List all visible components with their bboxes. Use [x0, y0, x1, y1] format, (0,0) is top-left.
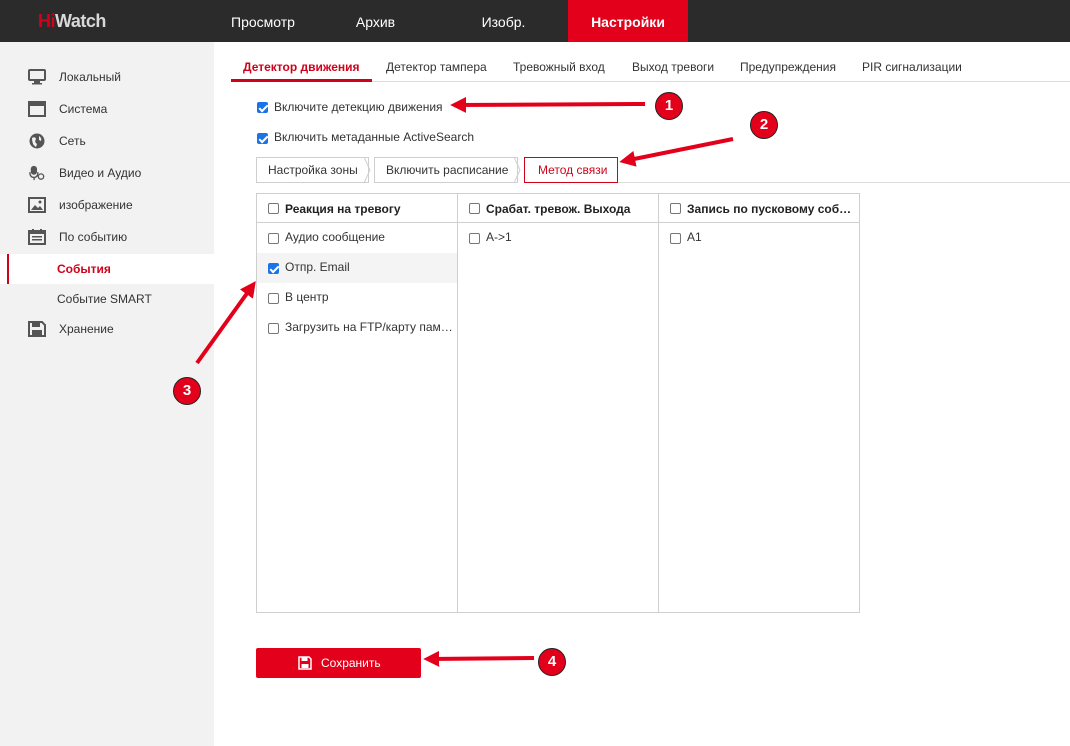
top-bar: HiWatch Просмотр Архив Изобр. Настройки: [0, 0, 1070, 42]
sidebar-item-label: По событию: [59, 230, 128, 244]
audio-warning-checkbox[interactable]: [268, 233, 279, 244]
select-all-alarm-output-checkbox[interactable]: [469, 203, 480, 214]
linkage-table: Реакция на тревогу Аудио сообщение Отпр.…: [256, 193, 860, 613]
enable-motion-checkbox[interactable]: [257, 102, 268, 113]
list-item-label: Загрузить на FTP/карту памяти: [285, 320, 455, 334]
column-normal-linkage: Реакция на тревогу Аудио сообщение Отпр.…: [257, 194, 458, 612]
tab-alarm-input[interactable]: Тревожный вход: [513, 60, 605, 74]
sidebar-item-label: Система: [59, 102, 108, 116]
globe-icon: [29, 133, 45, 149]
arrow-1: [450, 96, 646, 113]
active-indicator: [7, 254, 9, 284]
sidebar-item-video-audio[interactable]: Видео и Аудио: [0, 158, 214, 188]
subtabs-divider: [618, 182, 1070, 183]
column-alarm-output: Срабат. тревож. Выхода A->1: [458, 194, 659, 612]
column-header: Срабат. тревож. Выхода: [458, 194, 658, 223]
sidebar-item-label: Локальный: [59, 70, 121, 84]
sidebar-subitem-smart-event[interactable]: Событие SMART: [0, 284, 214, 314]
image-icon: [28, 197, 46, 213]
top-nav: Просмотр Архив Изобр. Настройки: [214, 0, 688, 42]
sidebar-item-network[interactable]: Сеть: [0, 126, 214, 156]
list-item[interactable]: A->1: [458, 223, 658, 253]
enable-motion-label: Включите детекцию движения: [274, 100, 443, 114]
list-item[interactable]: Загрузить на FTP/карту памяти: [257, 313, 457, 343]
topnav-live-view[interactable]: Просмотр: [214, 0, 312, 42]
column-header: Запись по пусковому событию: [659, 194, 859, 223]
select-all-normal-linkage-checkbox[interactable]: [268, 203, 279, 214]
event-tabs: Детектор движения Детектор тампера Трево…: [231, 56, 1070, 82]
sidebar-item-label: Хранение: [59, 322, 114, 336]
sidebar-subitem-label: События: [57, 262, 111, 276]
breadcrumb-chevrons: [364, 157, 521, 183]
active-tab-underline: [231, 79, 372, 82]
sidebar-item-storage[interactable]: Хранение: [0, 314, 214, 344]
hiwatch-logo: HiWatch: [38, 11, 106, 31]
monitor-icon: [28, 69, 46, 85]
list-item[interactable]: A1: [659, 223, 859, 253]
topnav-playback[interactable]: Архив: [312, 0, 439, 42]
subtab-area-settings[interactable]: Настройка зоны: [256, 157, 369, 183]
microphone-icon: [29, 165, 45, 181]
column-header-label: Срабат. тревож. Выхода: [486, 202, 631, 216]
tab-tamper-detection[interactable]: Детектор тампера: [386, 60, 487, 74]
list-item-label: Аудио сообщение: [285, 230, 385, 244]
column-header-label: Реакция на тревогу: [285, 202, 401, 216]
floppy-icon: [28, 321, 46, 337]
annotation-badge-1: 1: [655, 92, 683, 120]
column-header-label: Запись по пусковому событию: [687, 202, 854, 216]
window-icon: [28, 101, 46, 117]
calendar-icon: [28, 229, 46, 245]
sidebar-item-system[interactable]: Система: [0, 94, 214, 124]
send-email-checkbox[interactable]: [268, 263, 279, 274]
sidebar-item-label: Видео и Аудио: [59, 166, 142, 180]
tab-alarm-output[interactable]: Выход тревоги: [632, 60, 714, 74]
sidebar-item-event[interactable]: По событию: [0, 222, 214, 252]
tab-exceptions[interactable]: Предупреждения: [740, 60, 836, 74]
list-item[interactable]: В центр: [257, 283, 457, 313]
notify-center-checkbox[interactable]: [268, 293, 279, 304]
annotation-badge-3: 3: [173, 377, 201, 405]
save-button[interactable]: Сохранить: [256, 648, 421, 678]
sidebar-subitem-label: Событие SMART: [57, 292, 152, 306]
upload-ftp-checkbox[interactable]: [268, 323, 279, 334]
select-all-trigger-recording-checkbox[interactable]: [670, 203, 681, 214]
sidebar-item-image[interactable]: изображение: [0, 190, 214, 220]
list-item-label: Отпр. Email: [285, 260, 350, 274]
save-button-label: Сохранить: [321, 656, 381, 670]
annotation-badge-4: 4: [538, 648, 566, 676]
column-trigger-recording: Запись по пусковому событию A1: [659, 194, 859, 612]
subtab-linkage-method[interactable]: Метод связи: [524, 157, 618, 183]
list-item-label: A->1: [486, 230, 512, 244]
sidebar-item-local[interactable]: Локальный: [0, 62, 214, 92]
sidebar-item-label: изображение: [59, 198, 133, 212]
annotation-badge-2: 2: [750, 111, 778, 139]
list-item-label: A1: [687, 230, 702, 244]
tab-motion-detection[interactable]: Детектор движения: [243, 60, 360, 74]
arrow-2: [619, 137, 734, 167]
list-item[interactable]: Аудио сообщение: [257, 223, 457, 253]
enable-metadata-checkbox[interactable]: [257, 133, 268, 144]
topnav-configuration[interactable]: Настройки: [568, 0, 688, 42]
save-icon: [298, 656, 312, 670]
alarm-output-a1-checkbox[interactable]: [469, 233, 480, 244]
column-header: Реакция на тревогу: [257, 194, 457, 223]
arrow-4: [423, 650, 535, 667]
record-a1-checkbox[interactable]: [670, 233, 681, 244]
list-item[interactable]: Отпр. Email: [257, 253, 457, 283]
sidebar-subitem-events[interactable]: События: [0, 254, 214, 284]
enable-metadata-label: Включить метаданные ActiveSearch: [274, 130, 474, 144]
sidebar-item-label: Сеть: [59, 134, 86, 148]
list-item-label: В центр: [285, 290, 329, 304]
topnav-picture[interactable]: Изобр.: [439, 0, 568, 42]
tab-pir-alarm[interactable]: PIR сигнализации: [862, 60, 962, 74]
